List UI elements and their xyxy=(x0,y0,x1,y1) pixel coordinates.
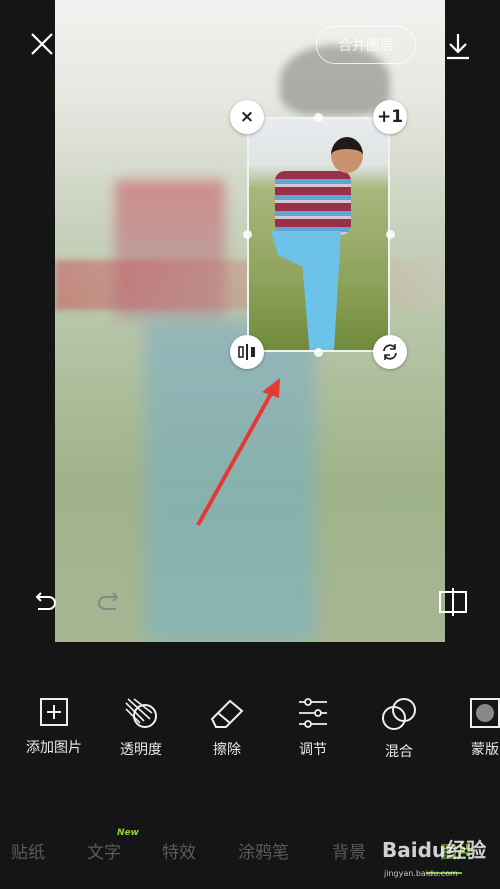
tool-label: 透明度 xyxy=(120,742,162,758)
watermark: Baidu经验 xyxy=(382,838,487,862)
tool-eraser[interactable]: 擦除 xyxy=(187,697,267,759)
tab-text[interactable]: 文字 xyxy=(87,838,121,863)
eraser-icon xyxy=(210,699,244,728)
opacity-icon xyxy=(125,698,157,728)
tool-mask[interactable]: 蒙版 xyxy=(445,697,500,759)
tab-background[interactable]: 背景 xyxy=(332,838,366,863)
tab-doodle[interactable]: 涂鸦笔 xyxy=(238,838,289,863)
tab-stickers[interactable]: 贴纸 xyxy=(11,838,45,863)
redo-icon[interactable] xyxy=(96,589,120,617)
watermark-url: jingyan.baidu.com xyxy=(384,869,458,878)
tool-label: 擦除 xyxy=(213,742,241,758)
blend-icon xyxy=(382,698,416,730)
tool-label: 蒙版 xyxy=(471,742,499,758)
tool-add-image[interactable]: 添加图片 xyxy=(14,697,94,757)
undo-icon[interactable] xyxy=(34,589,58,617)
tab-effects[interactable]: 特效 xyxy=(162,838,196,863)
mask-icon xyxy=(470,698,500,728)
compare-icon[interactable] xyxy=(438,588,468,620)
sliders-icon xyxy=(299,698,327,728)
tool-label: 添加图片 xyxy=(26,740,82,756)
tool-blend[interactable]: 混合 xyxy=(359,697,439,761)
new-badge: New xyxy=(117,828,139,838)
tool-label: 混合 xyxy=(385,744,413,760)
tool-opacity[interactable]: 透明度 xyxy=(101,697,181,759)
tool-adjust[interactable]: 调节 xyxy=(273,697,353,759)
add-image-icon xyxy=(40,698,68,726)
tool-label: 调节 xyxy=(299,742,327,758)
